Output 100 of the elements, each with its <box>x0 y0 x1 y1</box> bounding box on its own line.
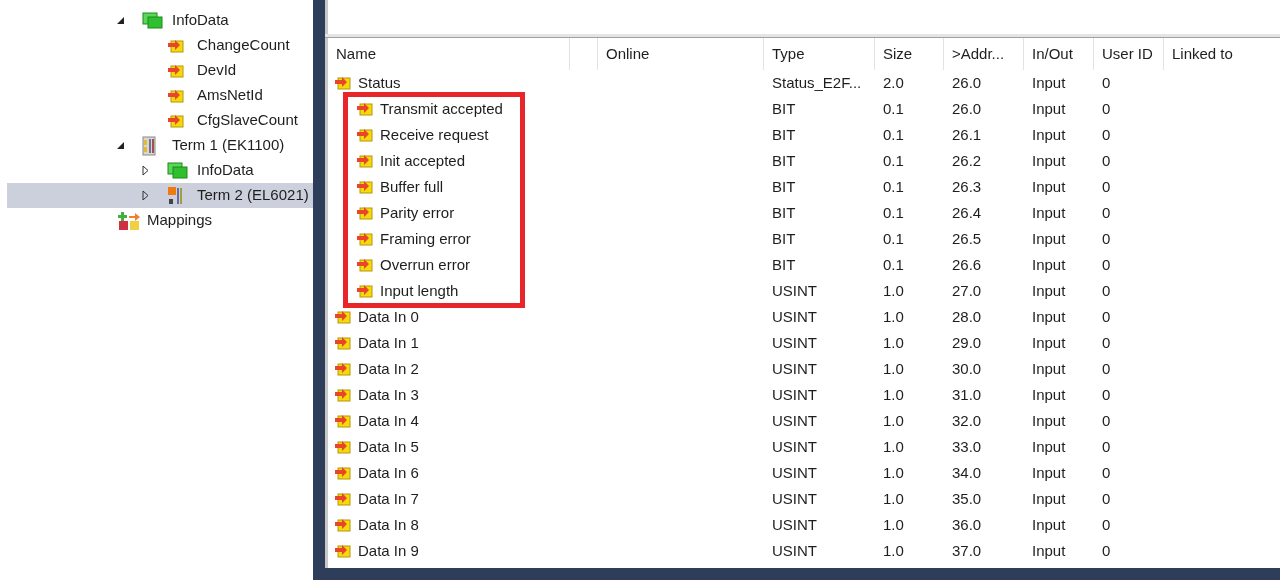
table-cell: Input <box>1032 333 1066 351</box>
tree-row[interactable]: Term 2 (EL6021) <box>7 183 313 208</box>
terminal-icon <box>167 185 183 206</box>
table-cell: 26.0 <box>952 73 982 91</box>
table-cell: Input <box>1032 359 1066 377</box>
folder-icon <box>167 161 189 180</box>
table-cell: 1.0 <box>883 541 904 559</box>
table-cell: BIT <box>772 177 796 195</box>
variable-icon <box>334 335 352 351</box>
table-cell: Input <box>1032 125 1066 143</box>
table-cell: 26.5 <box>952 229 982 247</box>
table-cell: 0 <box>1102 229 1111 247</box>
variable-icon <box>334 543 352 559</box>
table-cell: 0 <box>1102 177 1111 195</box>
coupler-icon <box>142 135 156 156</box>
variable-icon <box>356 127 374 143</box>
table-cell: 31.0 <box>952 385 982 403</box>
column-header[interactable]: Type <box>772 42 805 66</box>
table-cell: 0 <box>1102 73 1111 91</box>
variable-icon <box>167 87 185 104</box>
table-cell: 0.1 <box>883 99 904 117</box>
table-cell: 0.1 <box>883 177 904 195</box>
table-cell: 0.1 <box>883 151 904 169</box>
variable-icon <box>167 62 185 79</box>
table-cell: Input <box>1032 99 1066 117</box>
expand-arrow-icon[interactable] <box>139 164 151 177</box>
column-header[interactable]: User ID <box>1102 42 1153 66</box>
variable-icon <box>334 439 352 455</box>
variable-name: Data In 0 <box>358 306 419 327</box>
table-cell: 0 <box>1102 99 1111 117</box>
variable-name: Status <box>358 72 401 93</box>
table-cell: 28.0 <box>952 307 982 325</box>
variable-name: Init accepted <box>380 150 466 171</box>
table-cell: USINT <box>772 307 817 325</box>
table-cell: 0 <box>1102 541 1111 559</box>
variable-icon <box>356 231 374 247</box>
variable-name: Buffer full <box>380 176 444 197</box>
variable-name: Data In 8 <box>358 514 419 535</box>
table-cell: 1.0 <box>883 515 904 533</box>
table-cell: Status_E2F... <box>772 73 862 91</box>
variable-name: Transmit accepted <box>380 98 503 119</box>
table-cell: 35.0 <box>952 489 982 507</box>
table-cell: 0 <box>1102 515 1111 533</box>
table-cell: 34.0 <box>952 463 982 481</box>
variable-icon <box>356 205 374 221</box>
variable-name: Data In 6 <box>358 462 419 483</box>
column-header[interactable]: Size <box>883 42 913 66</box>
column-header[interactable]: Online <box>606 42 650 66</box>
variable-name: Data In 4 <box>358 410 419 431</box>
table-cell: 1.0 <box>883 281 904 299</box>
table-cell: 1.0 <box>883 437 904 455</box>
table-cell: USINT <box>772 411 817 429</box>
table-cell: 32.0 <box>952 411 982 429</box>
variable-icon <box>356 101 374 117</box>
table-cell: Input <box>1032 541 1066 559</box>
table-cell: USINT <box>772 489 817 507</box>
table-cell: 36.0 <box>952 515 982 533</box>
variable-icon <box>334 517 352 533</box>
column-header[interactable]: >Addr... <box>952 42 1005 66</box>
column-header[interactable]: Name <box>336 42 376 66</box>
table-cell: 0 <box>1102 489 1111 507</box>
table-cell: 33.0 <box>952 437 982 455</box>
table-cell: Input <box>1032 437 1066 455</box>
table-cell: Input <box>1032 203 1066 221</box>
table-cell: BIT <box>772 229 796 247</box>
table-cell: Input <box>1032 385 1066 403</box>
table-cell: 0.1 <box>883 125 904 143</box>
table-cell: Input <box>1032 229 1066 247</box>
table-cell: USINT <box>772 281 817 299</box>
table-cell: 1.0 <box>883 489 904 507</box>
variable-name: Data In 2 <box>358 358 419 379</box>
table-cell: 0 <box>1102 385 1111 403</box>
table-cell: 0 <box>1102 437 1111 455</box>
folder-icon <box>142 11 164 30</box>
table-cell: 26.0 <box>952 99 982 117</box>
table-cell: USINT <box>772 437 817 455</box>
table-cell: USINT <box>772 515 817 533</box>
variable-icon <box>334 465 352 481</box>
table-cell: 0 <box>1102 359 1111 377</box>
table-cell: USINT <box>772 359 817 377</box>
expand-arrow-icon[interactable] <box>139 189 151 202</box>
table-cell: 26.1 <box>952 125 982 143</box>
column-header[interactable]: In/Out <box>1032 42 1073 66</box>
table-cell: 29.0 <box>952 333 982 351</box>
variable-icon <box>334 75 352 91</box>
variable-name: Receive request <box>380 124 489 145</box>
variable-icon <box>334 361 352 377</box>
table-cell: Input <box>1032 307 1066 325</box>
table-cell: 26.6 <box>952 255 982 273</box>
table-cell: Input <box>1032 255 1066 273</box>
table-cell: 27.0 <box>952 281 982 299</box>
table-cell: USINT <box>772 385 817 403</box>
variable-name: Data In 1 <box>358 332 419 353</box>
table-cell: 0 <box>1102 203 1111 221</box>
variable-name: Data In 9 <box>358 540 419 561</box>
table-cell: 26.4 <box>952 203 982 221</box>
variable-icon <box>356 283 374 299</box>
variable-name: Overrun error <box>380 254 471 275</box>
column-header[interactable]: Linked to <box>1172 42 1233 66</box>
table-cell: 1.0 <box>883 307 904 325</box>
